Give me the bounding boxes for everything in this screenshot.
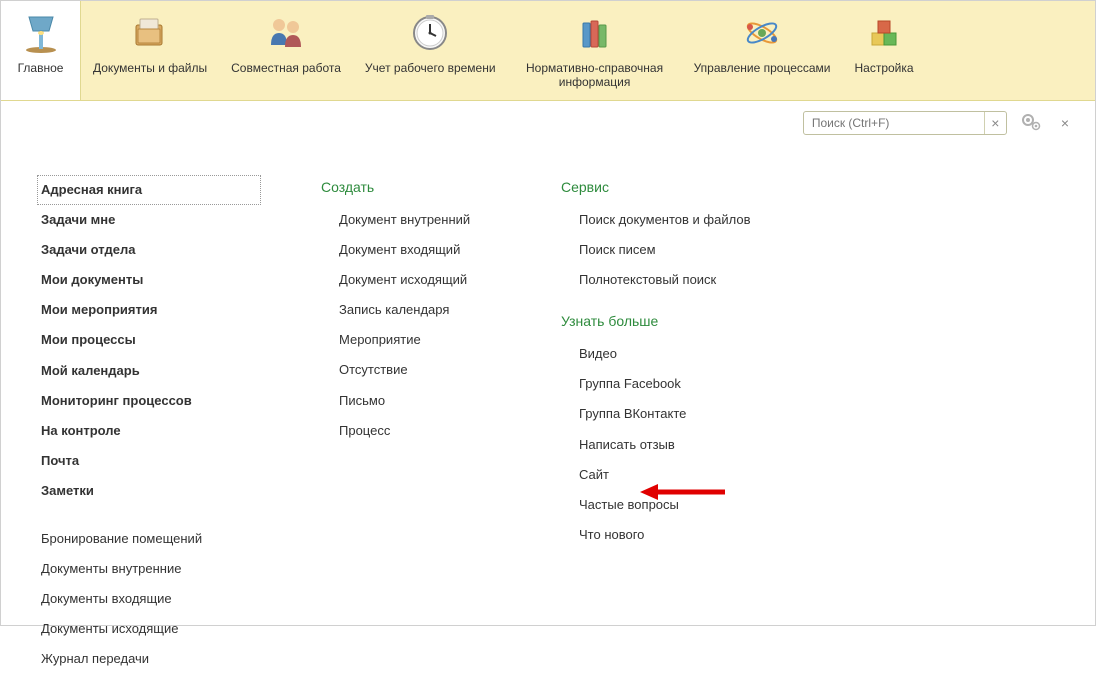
toolbar-label: Настройка [855, 61, 914, 75]
create-absence[interactable]: Отсутствие [321, 355, 501, 385]
toolbar-label: Нормативно-справочная информация [520, 61, 670, 90]
toolbar-item-process[interactable]: Управление процессами [682, 1, 843, 100]
learn-header: Узнать больше [561, 309, 821, 339]
process-icon [738, 9, 786, 57]
people-icon [262, 9, 310, 57]
nav-my-calendar[interactable]: Мой календарь [41, 356, 261, 386]
nav-control[interactable]: На контроле [41, 416, 261, 446]
create-header: Создать [321, 175, 501, 205]
search-bar: × × [1, 101, 1095, 145]
search-clear-button[interactable]: × [984, 112, 1006, 134]
service-mail-search[interactable]: Поиск писем [561, 235, 821, 265]
blocks-icon [860, 9, 908, 57]
create-outgoing-doc[interactable]: Документ исходящий [321, 265, 501, 295]
learn-feedback[interactable]: Написать отзыв [561, 430, 821, 460]
content-area: Адресная книга Задачи мне Задачи отдела … [1, 145, 1095, 695]
learn-video[interactable]: Видео [561, 339, 821, 369]
nav-notes[interactable]: Заметки [41, 476, 261, 506]
nav-my-processes[interactable]: Мои процессы [41, 325, 261, 355]
toolbar-label: Управление процессами [694, 61, 831, 75]
toolbar-item-reference[interactable]: Нормативно-справочная информация [508, 1, 682, 100]
nav-transfer-log[interactable]: Журнал передачи [41, 644, 261, 674]
create-calendar-entry[interactable]: Запись календаря [321, 295, 501, 325]
nav-monitoring[interactable]: Мониторинг процессов [41, 386, 261, 416]
books-icon [571, 9, 619, 57]
nav-docs-incoming[interactable]: Документы входящие [41, 584, 261, 614]
search-input[interactable] [804, 113, 984, 133]
nav-docs-internal[interactable]: Документы внутренние [41, 554, 261, 584]
toolbar-item-settings[interactable]: Настройка [843, 1, 926, 100]
learn-site[interactable]: Сайт [561, 460, 821, 490]
learn-facebook[interactable]: Группа Facebook [561, 369, 821, 399]
close-icon[interactable]: × [1055, 115, 1075, 131]
service-doc-search[interactable]: Поиск документов и файлов [561, 205, 821, 235]
learn-vkontakte[interactable]: Группа ВКонтакте [561, 399, 821, 429]
toolbar-item-collab[interactable]: Совместная работа [219, 1, 353, 100]
lamp-icon [17, 9, 65, 57]
search-box: × [803, 111, 1007, 135]
learn-faq[interactable]: Частые вопросы [561, 490, 821, 520]
nav-booking[interactable]: Бронирование помещений [41, 524, 261, 554]
service-header: Сервис [561, 175, 821, 205]
clock-icon [406, 9, 454, 57]
service-fulltext-search[interactable]: Полнотекстовый поиск [561, 265, 821, 295]
navigation-column: Адресная книга Задачи мне Задачи отдела … [41, 175, 261, 675]
toolbar-item-docs[interactable]: Документы и файлы [81, 1, 219, 100]
toolbar-item-time[interactable]: Учет рабочего времени [353, 1, 508, 100]
create-process[interactable]: Процесс [321, 416, 501, 446]
nav-my-tasks[interactable]: Задачи мне [41, 205, 261, 235]
main-toolbar: Главное Документы и файлы Совместная раб… [1, 1, 1095, 101]
toolbar-label: Главное [18, 61, 64, 75]
nav-my-events[interactable]: Мои мероприятия [41, 295, 261, 325]
folder-docs-icon [126, 9, 174, 57]
create-column: Создать Документ внутренний Документ вхо… [321, 175, 501, 675]
toolbar-item-main[interactable]: Главное [1, 1, 81, 100]
nav-dept-tasks[interactable]: Задачи отдела [41, 235, 261, 265]
learn-whatsnew[interactable]: Что нового [561, 520, 821, 550]
service-learn-column: Сервис Поиск документов и файлов Поиск п… [561, 175, 821, 675]
create-letter[interactable]: Письмо [321, 386, 501, 416]
nav-my-docs[interactable]: Мои документы [41, 265, 261, 295]
toolbar-label: Документы и файлы [93, 61, 207, 75]
nav-mail[interactable]: Почта [41, 446, 261, 476]
gear-icon[interactable] [1015, 113, 1047, 134]
nav-address-book[interactable]: Адресная книга [37, 175, 261, 205]
create-event[interactable]: Мероприятие [321, 325, 501, 355]
toolbar-label: Совместная работа [231, 61, 341, 75]
toolbar-label: Учет рабочего времени [365, 61, 496, 75]
create-internal-doc[interactable]: Документ внутренний [321, 205, 501, 235]
create-incoming-doc[interactable]: Документ входящий [321, 235, 501, 265]
nav-docs-outgoing[interactable]: Документы исходящие [41, 614, 261, 644]
